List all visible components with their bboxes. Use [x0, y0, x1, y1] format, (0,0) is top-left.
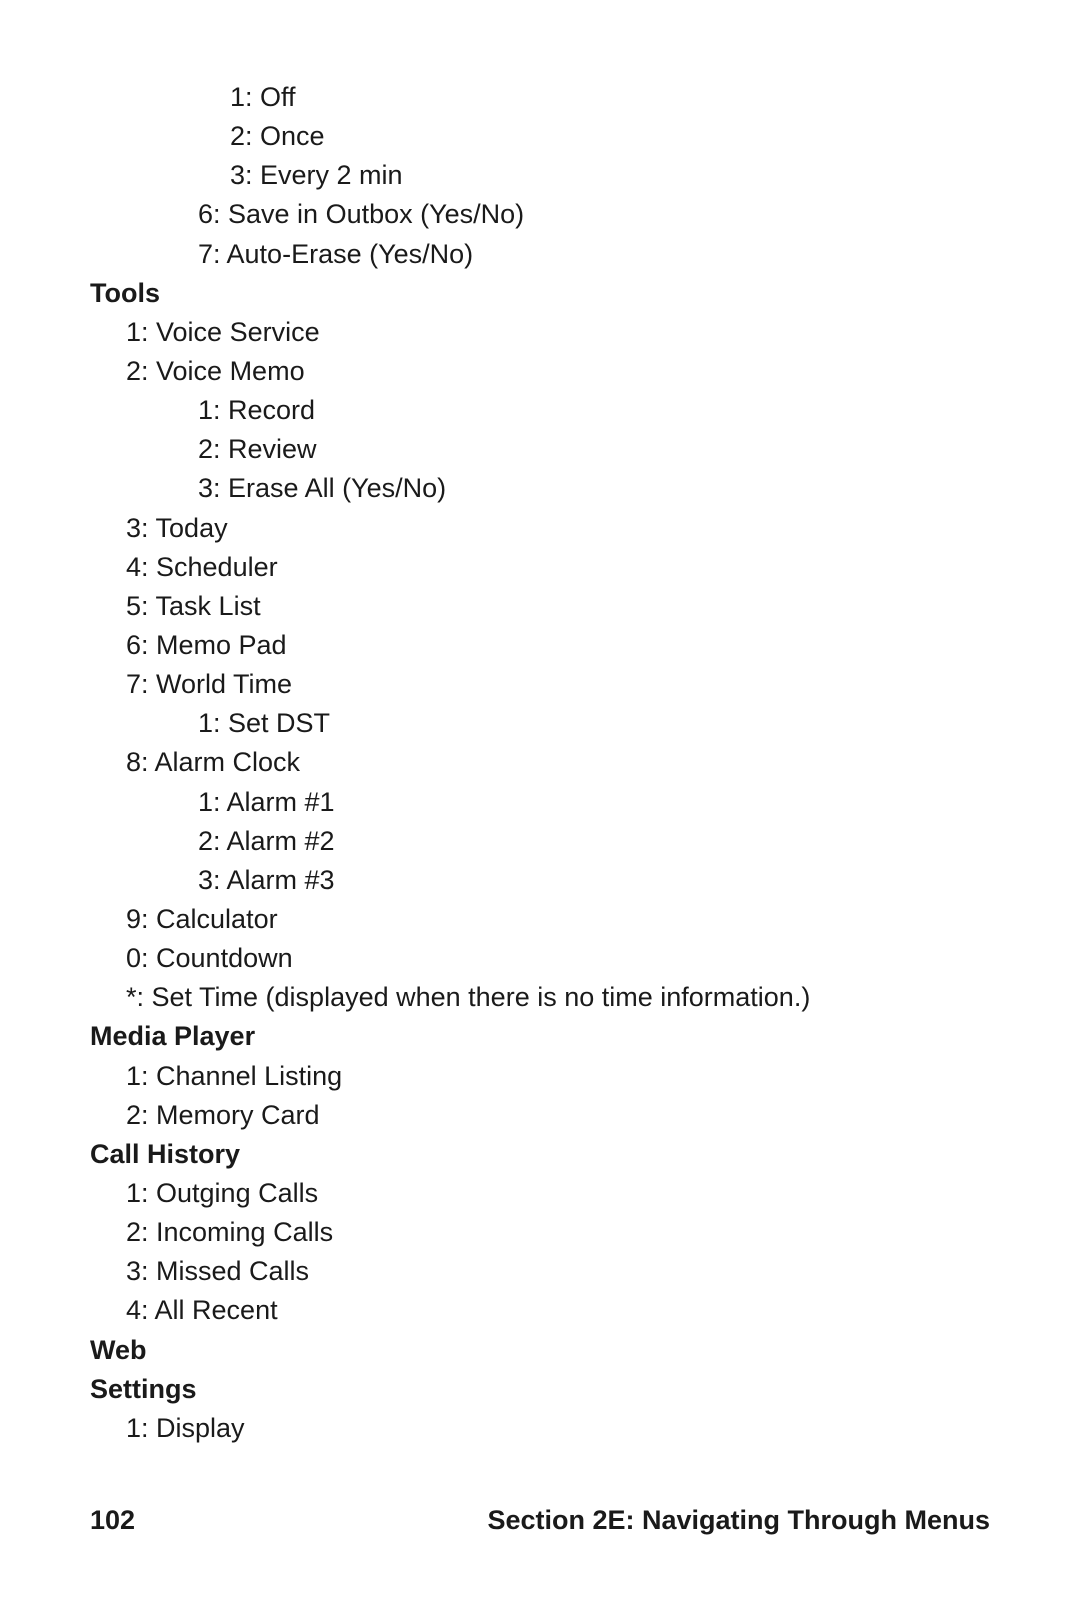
menu-item: 1: Set DST [198, 704, 990, 743]
menu-item: 2: Memory Card [126, 1096, 990, 1135]
menu-item: 3: Today [126, 509, 990, 548]
menu-item: 0: Countdown [126, 939, 990, 978]
menu-item: 3: Alarm #3 [198, 861, 990, 900]
menu-item: 1: Voice Service [126, 313, 990, 352]
menu-section-heading: Web [90, 1331, 990, 1370]
menu-item: 1: Alarm #1 [198, 783, 990, 822]
page-number: 102 [90, 1501, 135, 1540]
menu-section-heading: Settings [90, 1370, 990, 1409]
menu-item: 6: Save in Outbox (Yes/No) [198, 195, 990, 234]
menu-item: 4: Scheduler [126, 548, 990, 587]
menu-item: 1: Outging Calls [126, 1174, 990, 1213]
menu-item: 6: Memo Pad [126, 626, 990, 665]
menu-item: 4: All Recent [126, 1291, 990, 1330]
menu-item: 7: Auto-Erase (Yes/No) [198, 235, 990, 274]
menu-item: 1: Off [230, 78, 990, 117]
menu-item: 3: Every 2 min [230, 156, 990, 195]
menu-item: 2: Voice Memo [126, 352, 990, 391]
menu-section-heading: Tools [90, 274, 990, 313]
menu-section-heading: Call History [90, 1135, 990, 1174]
menu-item: 2: Alarm #2 [198, 822, 990, 861]
menu-item: 3: Erase All (Yes/No) [198, 469, 990, 508]
menu-item: 7: World Time [126, 665, 990, 704]
menu-item: *: Set Time (displayed when there is no … [126, 978, 990, 1017]
menu-item: 1: Channel Listing [126, 1057, 990, 1096]
menu-item: 3: Missed Calls [126, 1252, 990, 1291]
menu-item: 1: Record [198, 391, 990, 430]
menu-item: 2: Once [230, 117, 990, 156]
menu-item: 2: Incoming Calls [126, 1213, 990, 1252]
page-footer: 102 Section 2E: Navigating Through Menus [90, 1501, 990, 1540]
menu-item: 8: Alarm Clock [126, 743, 990, 782]
menu-item: 5: Task List [126, 587, 990, 626]
menu-item: 9: Calculator [126, 900, 990, 939]
menu-section-heading: Media Player [90, 1017, 990, 1056]
menu-item: 1: Display [126, 1409, 990, 1448]
menu-outline: 1: Off2: Once3: Every 2 min6: Save in Ou… [90, 78, 990, 1448]
section-label: Section 2E: Navigating Through Menus [487, 1501, 990, 1540]
menu-item: 2: Review [198, 430, 990, 469]
